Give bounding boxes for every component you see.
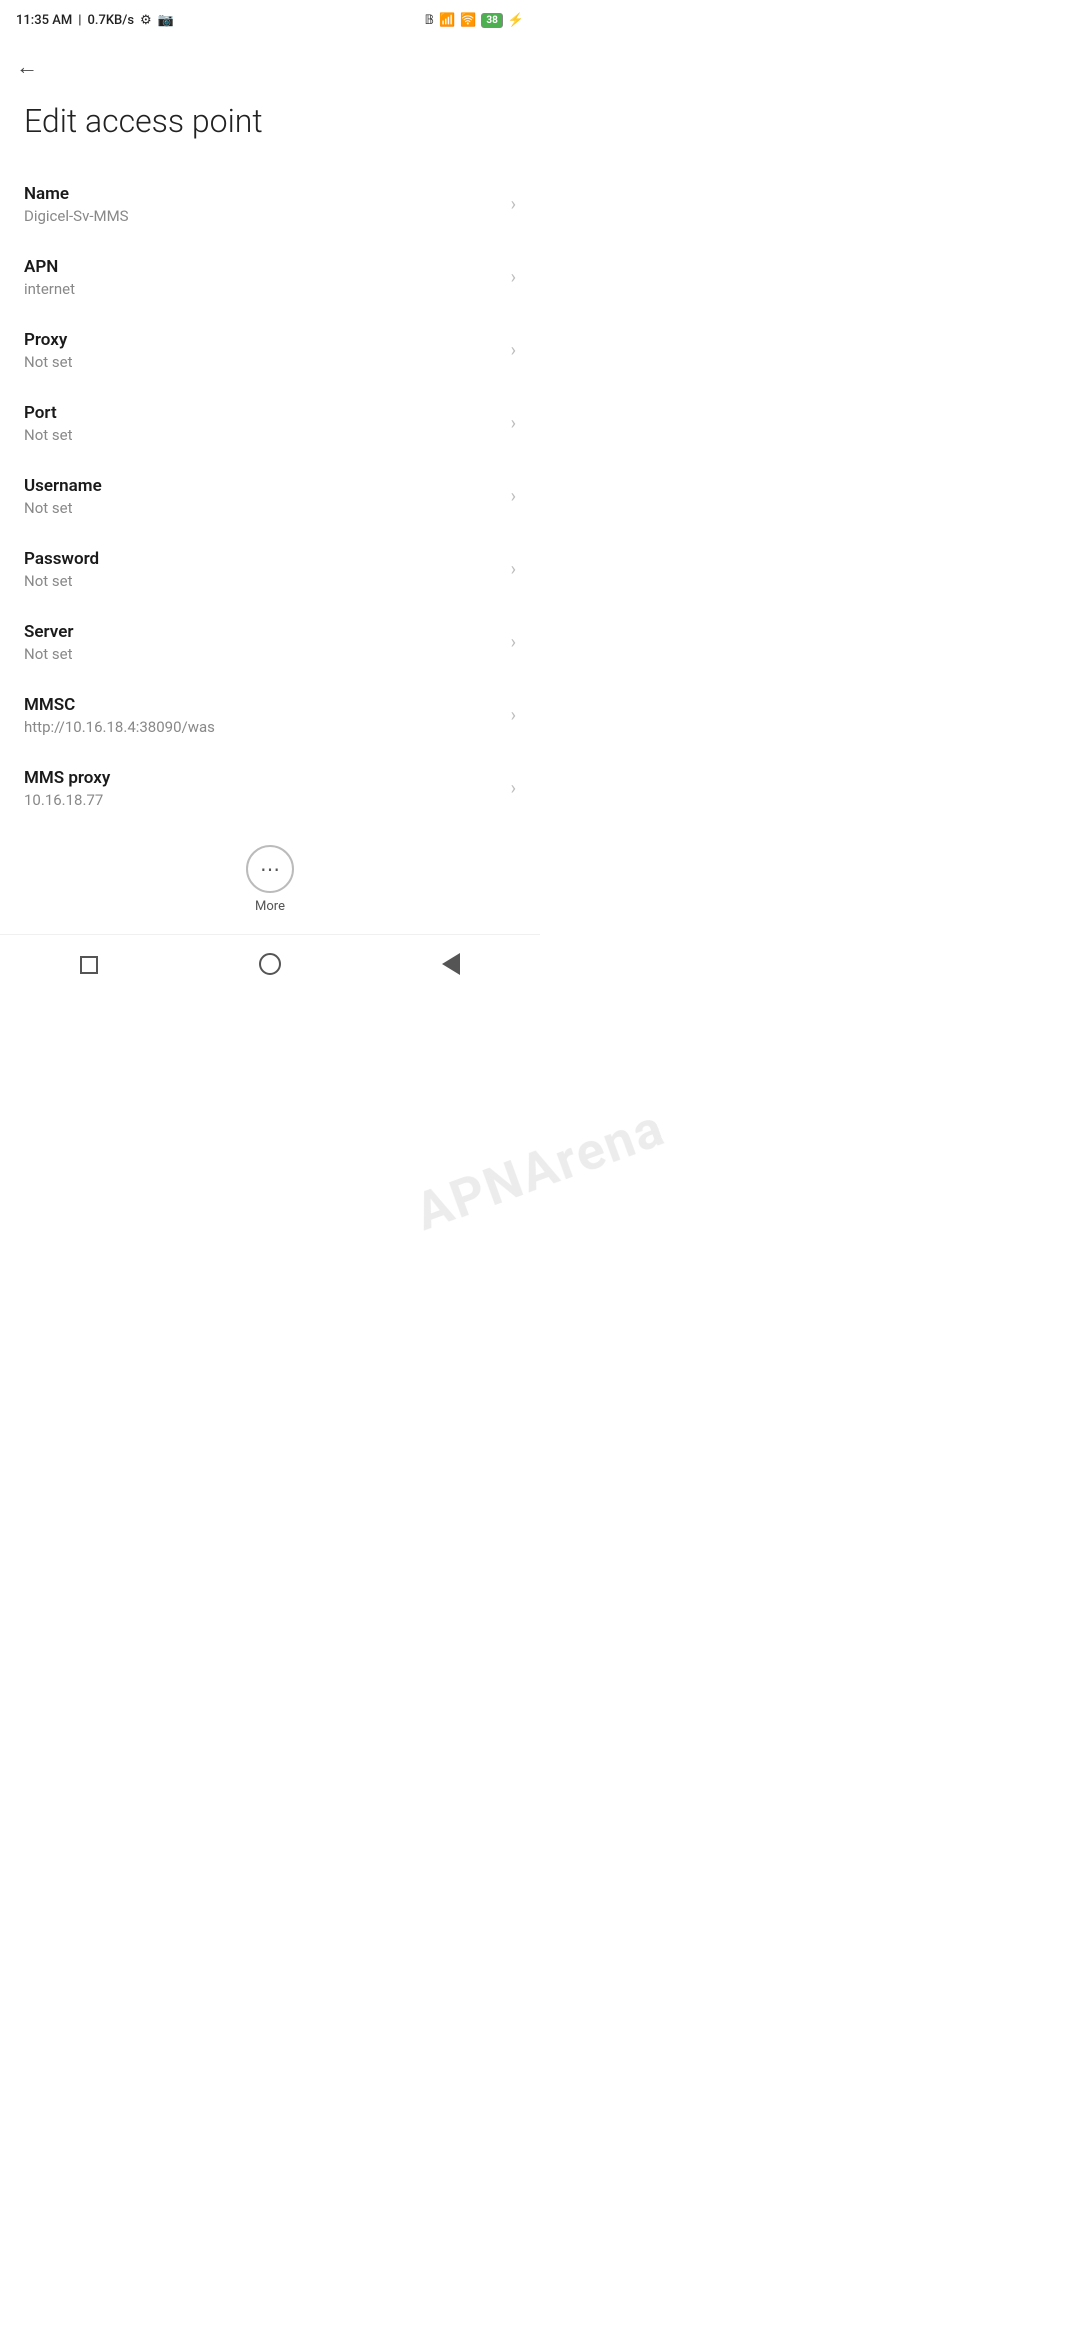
settings-icon: ⚙ (140, 13, 152, 28)
more-label: More (255, 899, 285, 914)
item-label-6: Server (24, 622, 501, 642)
item-label-8: MMS proxy (24, 768, 501, 788)
settings-item-proxy[interactable]: Proxy Not set › (0, 314, 540, 387)
speed-separator: | (78, 13, 81, 28)
settings-item-username[interactable]: Username Not set › (0, 460, 540, 533)
bluetooth-icon: 𝔹 (424, 13, 434, 28)
settings-item-port[interactable]: Port Not set › (0, 387, 540, 460)
status-right: 𝔹 📶 🛜 38 ⚡ (424, 12, 524, 28)
chevron-right-icon: › (511, 486, 516, 507)
settings-item-mmsc[interactable]: MMSC http://10.16.18.4:38090/was › (0, 679, 540, 752)
time: 11:35 AM (16, 13, 72, 28)
item-value-1: internet (24, 280, 501, 298)
camera-icon: 📷 (158, 13, 174, 28)
item-value-5: Not set (24, 572, 501, 590)
chevron-right-icon: › (511, 705, 516, 726)
signal-icon: 📶 (439, 13, 455, 28)
item-value-3: Not set (24, 426, 501, 444)
chevron-right-icon: › (511, 267, 516, 288)
settings-list: Name Digicel-Sv-MMS › APN internet › Proxy Not … (0, 168, 540, 825)
chevron-right-icon: › (511, 559, 516, 580)
circle-icon (259, 953, 281, 975)
settings-item-name[interactable]: Name Digicel-Sv-MMS › (0, 168, 540, 241)
item-value-7: http://10.16.18.4:38090/was (24, 718, 501, 736)
bolt-icon: ⚡ (508, 13, 524, 28)
more-section: ⋯ More (0, 825, 540, 924)
item-label-3: Port (24, 403, 501, 423)
more-button[interactable]: ⋯ (246, 845, 294, 893)
network-speed: 0.7KB/s (87, 13, 134, 28)
battery-indicator: 38 (481, 12, 502, 28)
item-label-0: Name (24, 184, 501, 204)
item-value-4: Not set (24, 499, 501, 517)
chevron-right-icon: › (511, 632, 516, 653)
item-value-2: Not set (24, 353, 501, 371)
bottom-nav (0, 934, 540, 1003)
triangle-icon (442, 953, 460, 975)
item-label-5: Password (24, 549, 501, 569)
settings-item-server[interactable]: Server Not set › (0, 606, 540, 679)
page-title: Edit access point (0, 94, 540, 168)
status-bar: 11:35 AM | 0.7KB/s ⚙ 📷 𝔹 📶 🛜 38 ⚡ (0, 0, 540, 36)
item-label-2: Proxy (24, 330, 501, 350)
item-label-1: APN (24, 257, 501, 277)
more-icon: ⋯ (260, 857, 280, 881)
settings-item-apn[interactable]: APN internet › (0, 241, 540, 314)
item-value-0: Digicel-Sv-MMS (24, 207, 501, 225)
wifi-icon: 🛜 (460, 13, 476, 28)
chevron-right-icon: › (511, 413, 516, 434)
watermark: APNArena (407, 1097, 672, 1243)
back-nav-button[interactable] (422, 949, 480, 985)
settings-item-password[interactable]: Password Not set › (0, 533, 540, 606)
item-label-7: MMSC (24, 695, 501, 715)
home-button[interactable] (239, 949, 301, 985)
chevron-right-icon: › (511, 340, 516, 361)
battery-level: 38 (481, 13, 502, 28)
square-icon (80, 956, 98, 974)
chevron-right-icon: › (511, 778, 516, 799)
settings-item-mms-proxy[interactable]: MMS proxy 10.16.18.77 › (0, 752, 540, 825)
toolbar: ← (0, 36, 540, 94)
recents-button[interactable] (60, 950, 118, 984)
chevron-right-icon: › (511, 194, 516, 215)
item-value-8: 10.16.18.77 (24, 791, 501, 809)
back-button[interactable]: ← (16, 50, 46, 84)
status-left: 11:35 AM | 0.7KB/s ⚙ 📷 (16, 13, 174, 28)
item-value-6: Not set (24, 645, 501, 663)
item-label-4: Username (24, 476, 501, 496)
